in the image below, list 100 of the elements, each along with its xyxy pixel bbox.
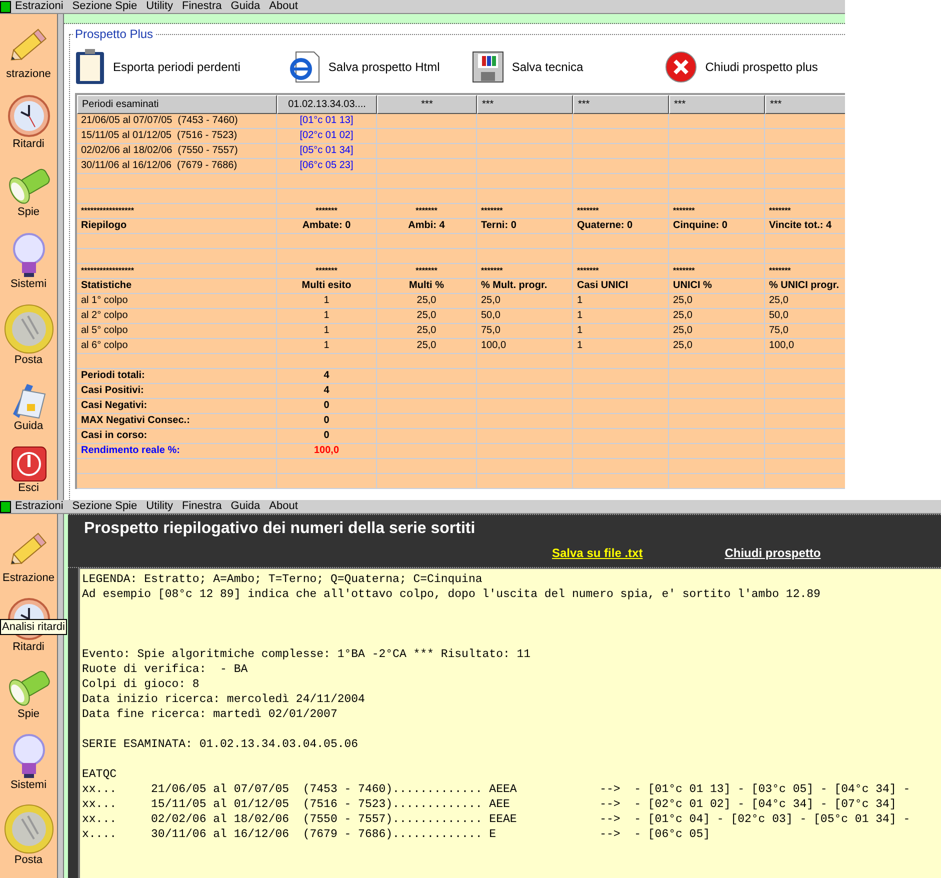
table-cell: Rendimento reale %: [77, 444, 277, 459]
app-icon [0, 500, 11, 512]
table-cell: Casi in corso: [77, 429, 277, 444]
menu-item[interactable]: About [269, 500, 307, 513]
table-cell: ******* [377, 204, 477, 219]
sidebar-label[interactable]: Sistemi [10, 278, 47, 290]
table-cell: ******* [477, 204, 573, 219]
coin-icon [4, 804, 54, 854]
table-cell: Periodi totali: [77, 369, 277, 384]
report-line: xx... 21/06/05 al 07/07/05 (7453 - 7460)............. AEEA --> - [01°c 01 13] - [03°c 05] - [04°c 34] - [82, 782, 912, 797]
table-cell: Ambi: 4 [377, 219, 477, 234]
menu-item[interactable]: About [269, 0, 307, 13]
table-cell: Cinquine: 0 [669, 219, 765, 234]
toolbar-button[interactable]: Esporta periodi perdenti [75, 49, 240, 85]
table-cell: ******* [277, 264, 377, 279]
clock-icon [6, 94, 50, 138]
sidebar-label[interactable]: Spie [17, 708, 40, 720]
coin-icon [4, 304, 54, 354]
panel-title: Prospetto Plus [73, 27, 156, 41]
report-line: EATQC [82, 767, 118, 782]
table-cell: 25,0 [765, 294, 845, 309]
table-cell: 75,0 [477, 324, 573, 339]
table-cell: % UNICI progr. [765, 279, 845, 294]
report-line: x.... 30/11/06 al 16/12/06 (7679 - 7686)............. E --> - [06°c 05] [82, 827, 712, 842]
sidebar-label[interactable]: Esci [18, 482, 39, 494]
column-header[interactable]: Periodi esaminati [77, 95, 277, 114]
toolbar-button[interactable]: Salva prospetto Html [288, 51, 440, 83]
toolbar-button[interactable]: Salva tecnica [472, 51, 584, 83]
menu-item[interactable]: Finestra [182, 500, 231, 513]
column-header[interactable]: *** [765, 95, 845, 114]
toolbar-button[interactable]: Chiudi prospetto plus [665, 51, 818, 83]
table-cell: Casi Positivi: [77, 384, 277, 399]
menu-item[interactable]: Utility [146, 500, 182, 513]
table-cell: MAX Negativi Consec.: [77, 414, 277, 429]
sidebar-label[interactable]: strazione [6, 68, 51, 80]
table-cell: al 2° colpo [77, 309, 277, 324]
report-line: Ruote di verifica: - BA [82, 662, 249, 677]
table-cell: 25,0 [669, 339, 765, 354]
panel-title: Prospetto riepilogativo dei numeri della serie sortiti [84, 519, 476, 539]
table-cell: al 6° colpo [77, 339, 277, 354]
table-cell: [06°c 05 23] [277, 159, 377, 174]
sidebar-label[interactable]: Ritardi [12, 138, 44, 150]
table-cell: 25,0 [377, 339, 477, 354]
table-cell: 1 [573, 339, 669, 354]
table-cell: 1 [277, 339, 377, 354]
sidebar-label[interactable]: Guida [14, 420, 44, 432]
table-cell: 1 [277, 309, 377, 324]
table-cell: 100,0 [765, 339, 845, 354]
sidebar-label[interactable]: Sistemi [10, 779, 47, 791]
table-cell: 4 [277, 384, 377, 399]
menu-item[interactable]: Estrazioni [15, 500, 72, 513]
table-cell: 25,0 [377, 309, 477, 324]
close-icon [665, 51, 698, 83]
table-cell: ******* [573, 204, 669, 219]
table-cell: 0 [277, 414, 377, 429]
app-icon [0, 0, 11, 12]
link[interactable]: Salva su file .txt [552, 546, 643, 560]
table-cell: ******* [669, 264, 765, 279]
sidebar-label[interactable]: Posta [14, 854, 43, 866]
column-header[interactable]: *** [669, 95, 765, 114]
table-cell: ******* [765, 264, 845, 279]
table-cell: 75,0 [765, 324, 845, 339]
web-document-icon [288, 51, 320, 83]
menu-item[interactable]: Utility [146, 0, 182, 13]
link[interactable]: Chiudi prospetto [724, 546, 821, 560]
table-cell: Casi Negativi: [77, 399, 277, 414]
table-cell: al 1° colpo [77, 294, 277, 309]
table-cell: 30/11/06 al 16/12/06 (7679 - 7686) [77, 159, 277, 174]
menu-item[interactable]: Sezione Spie [72, 500, 146, 513]
menu-item[interactable]: Sezione Spie [72, 0, 146, 13]
sidebar-label[interactable]: Spie [17, 206, 40, 218]
menu-item[interactable]: Estrazioni [15, 0, 72, 13]
menu-item[interactable]: Finestra [182, 0, 231, 13]
table-cell: Casi UNICI [573, 279, 669, 294]
table-cell: ******* [669, 204, 765, 219]
table-cell: 25,0 [669, 294, 765, 309]
sidebar-label[interactable]: Ritardi [12, 641, 44, 653]
menu-item[interactable]: Guida [230, 500, 270, 513]
table-cell: 1 [573, 309, 669, 324]
table-cell: 0 [277, 399, 377, 414]
sidebar-label[interactable]: Estrazione [2, 572, 54, 584]
window-splitter[interactable] [57, 14, 64, 500]
column-header[interactable]: *** [573, 95, 669, 114]
report-line: LEGENDA: Estratto; A=Ambo; T=Terno; Q=Quaterna; C=Cinquina [82, 572, 484, 587]
report-line: Ad esempio [08°c 12 89] indica che all'ottavo colpo, dopo l'uscita del numero spia, e' sortito l'ambo 12.89 [82, 587, 822, 602]
table-cell: Riepilogo [77, 219, 277, 234]
report-line: SERIE ESAMINATA: 01.02.13.34.03.04.05.06 [82, 737, 360, 752]
table-cell: 1 [573, 294, 669, 309]
column-header[interactable]: *** [477, 95, 573, 114]
sidebar-label[interactable]: Posta [14, 354, 43, 366]
table-cell: Multi % [377, 279, 477, 294]
table-cell: 25,0 [377, 324, 477, 339]
table-cell: 25,0 [669, 309, 765, 324]
menu-item[interactable]: Guida [230, 0, 270, 13]
report-line: Colpi di gioco: 8 [82, 677, 200, 692]
column-header[interactable]: 01.02.13.34.03.... [277, 95, 377, 114]
column-header[interactable]: *** [377, 95, 477, 114]
table-cell: 25,0 [477, 294, 573, 309]
table-cell: Vincite tot.: 4 [765, 219, 845, 234]
report-line: xx... 15/11/05 al 01/12/05 (7516 - 7523)............. AEE --> - [02°c 01 02] - [04°c 34] - [07°c 34] [82, 797, 898, 812]
